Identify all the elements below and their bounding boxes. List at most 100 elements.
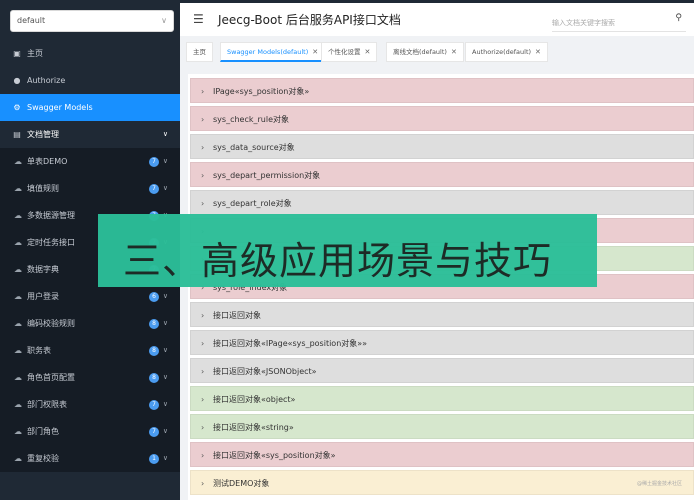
- chevron-down-icon: ∨: [162, 292, 168, 300]
- cloud-icon: ☁: [14, 319, 22, 328]
- model-name: 接口返回对象: [213, 311, 261, 320]
- chevron-down-icon: ∨: [162, 184, 168, 192]
- model-row[interactable]: › 接口返回对象«JSONObject»: [190, 358, 694, 383]
- model-row[interactable]: › 接口返回对象«IPage«sys_position对象»»: [190, 330, 694, 355]
- model-row[interactable]: › sys_depart_permission对象: [190, 162, 694, 187]
- document-icon: ▤: [13, 130, 21, 139]
- search-box: ⚲: [552, 10, 686, 33]
- model-row[interactable]: › 测试DEMO对象: [190, 470, 694, 495]
- version-select[interactable]: default ∨: [10, 10, 174, 32]
- model-name: 接口返回对象«string»: [213, 423, 294, 432]
- chevron-down-icon: ∨: [162, 454, 168, 462]
- model-row[interactable]: › sys_data_source对象: [190, 134, 694, 159]
- model-row[interactable]: › sys_check_rule对象: [190, 106, 694, 131]
- top-header: ☰ Jeecg-Boot 后台服务API接口文档 ⚲: [180, 0, 694, 36]
- tab-label: Swagger Models(default): [227, 48, 309, 56]
- model-name: 接口返回对象«JSONObject»: [213, 367, 317, 376]
- tab-label: 主页: [193, 48, 206, 56]
- tab-label: Authorize(default): [472, 48, 532, 56]
- sidebar-subitem[interactable]: ☁ 角色首页配置 8 ∨: [0, 364, 180, 391]
- gear-icon: ⚙: [13, 103, 21, 112]
- cloud-icon: ☁: [14, 373, 22, 382]
- model-row[interactable]: › IPage«sys_position对象»: [190, 78, 694, 103]
- sidebar-subitem[interactable]: ☁ 单表DEMO 7 ∨: [0, 148, 180, 175]
- sidebar-item-doc-management[interactable]: ▤ 文档管理 ∨: [0, 121, 180, 148]
- sidebar-item-home[interactable]: ▣ 主页: [0, 40, 180, 67]
- lock-icon: ●: [13, 76, 21, 85]
- search-input[interactable]: [552, 13, 662, 33]
- sidebar-subitem-label: 多数据源管理: [27, 211, 75, 220]
- model-row[interactable]: › 接口返回对象«string»: [190, 414, 694, 439]
- sidebar-item-authorize[interactable]: ● Authorize: [0, 67, 180, 94]
- cloud-icon: ☁: [14, 400, 22, 409]
- tab-home[interactable]: 主页: [186, 42, 213, 62]
- sidebar-subitem-label: 用户登录: [27, 292, 59, 301]
- chevron-right-icon: ›: [201, 395, 205, 404]
- model-row[interactable]: › 接口返回对象«sys_position对象»: [190, 442, 694, 467]
- cloud-icon: ☁: [14, 157, 22, 166]
- model-name: sys_check_rule对象: [213, 115, 289, 124]
- count-badge: 7: [149, 427, 159, 437]
- sidebar-item-label: 文档管理: [27, 130, 59, 139]
- sidebar-subitem[interactable]: ☁ 编码校验规则 8 ∨: [0, 310, 180, 337]
- count-badge: 1: [149, 454, 159, 464]
- model-row[interactable]: › 接口返回对象: [190, 302, 694, 327]
- chevron-right-icon: ›: [201, 87, 205, 96]
- chevron-down-icon: ∨: [162, 400, 168, 408]
- tab-swagger-models[interactable]: Swagger Models(default) ✕: [220, 42, 326, 62]
- chevron-down-icon: ∨: [161, 16, 167, 25]
- cloud-icon: ☁: [14, 184, 22, 193]
- page-title: Jeecg-Boot 后台服务API接口文档: [218, 13, 401, 27]
- count-badge: 6: [149, 292, 159, 302]
- search-icon[interactable]: ⚲: [675, 13, 682, 23]
- chevron-down-icon: ∨: [162, 373, 168, 381]
- chevron-right-icon: ›: [201, 451, 205, 460]
- sidebar-subitem-label: 部门权限表: [27, 400, 67, 409]
- chevron-right-icon: ›: [201, 367, 205, 376]
- sidebar-subitem-label: 部门角色: [27, 427, 59, 436]
- model-name: 测试DEMO对象: [213, 479, 270, 488]
- banner-title: 三、高级应用场景与技巧: [123, 239, 553, 283]
- cloud-icon: ☁: [14, 211, 22, 220]
- cloud-icon: ☁: [14, 265, 22, 274]
- cloud-icon: ☁: [14, 346, 22, 355]
- count-badge: 8: [149, 373, 159, 383]
- menu-toggle-icon[interactable]: ☰: [193, 12, 204, 26]
- sidebar-subitem[interactable]: ☁ 部门权限表 7 ∨: [0, 391, 180, 418]
- chevron-down-icon: ∨: [162, 157, 168, 165]
- sidebar-subitem[interactable]: ☁ 填值规则 7 ∨: [0, 175, 180, 202]
- tab-offline-docs[interactable]: 离线文档(default) ✕: [386, 42, 464, 62]
- chevron-right-icon: ›: [201, 339, 205, 348]
- model-name: sys_depart_permission对象: [213, 171, 321, 180]
- chevron-right-icon: ›: [201, 115, 205, 124]
- chevron-right-icon: ›: [201, 479, 205, 488]
- doc-submenu: ☁ 单表DEMO 7 ∨ ☁ 填值规则 7 ∨ ☁ 多数据源管理 7 ∨ ☁ 定…: [0, 148, 180, 472]
- count-badge: 7: [149, 400, 159, 410]
- tab-personal-settings[interactable]: 个性化设置 ✕: [321, 42, 378, 62]
- sidebar-subitem-label: 定时任务接口: [27, 238, 75, 247]
- model-row[interactable]: › sys_depart_role对象: [190, 190, 694, 215]
- chevron-down-icon: ∨: [162, 130, 168, 138]
- close-icon[interactable]: ✕: [365, 48, 371, 56]
- chevron-right-icon: ›: [201, 143, 205, 152]
- sidebar-subitem-label: 编码校验规则: [27, 319, 75, 328]
- overlay-banner: 三、高级应用场景与技巧: [98, 214, 597, 287]
- close-icon[interactable]: ✕: [451, 48, 457, 56]
- close-icon[interactable]: ✕: [312, 48, 318, 56]
- sidebar-subitem[interactable]: ☁ 重复校验 1 ∨: [0, 445, 180, 472]
- sidebar-subitem[interactable]: ☁ 职务表 8 ∨: [0, 337, 180, 364]
- count-badge: 8: [149, 319, 159, 329]
- close-icon[interactable]: ✕: [535, 48, 541, 56]
- chevron-down-icon: ∨: [162, 427, 168, 435]
- sidebar-subitem[interactable]: ☁ 部门角色 7 ∨: [0, 418, 180, 445]
- tab-authorize[interactable]: Authorize(default) ✕: [465, 42, 548, 62]
- sidebar-subitem-label: 重复校验: [27, 454, 59, 463]
- tab-label: 离线文档(default): [393, 48, 447, 56]
- sidebar-item-swagger-models[interactable]: ⚙ Swagger Models: [0, 94, 180, 121]
- sidebar-subitem[interactable]: ☁ 用户登录 6 ∨: [0, 283, 180, 310]
- chevron-right-icon: ›: [201, 423, 205, 432]
- model-row[interactable]: › 接口返回对象«object»: [190, 386, 694, 411]
- sidebar-item-label: Authorize: [27, 76, 66, 85]
- sidebar-item-label: 主页: [27, 49, 43, 58]
- sidebar-subitem-label: 数据字典: [27, 265, 59, 274]
